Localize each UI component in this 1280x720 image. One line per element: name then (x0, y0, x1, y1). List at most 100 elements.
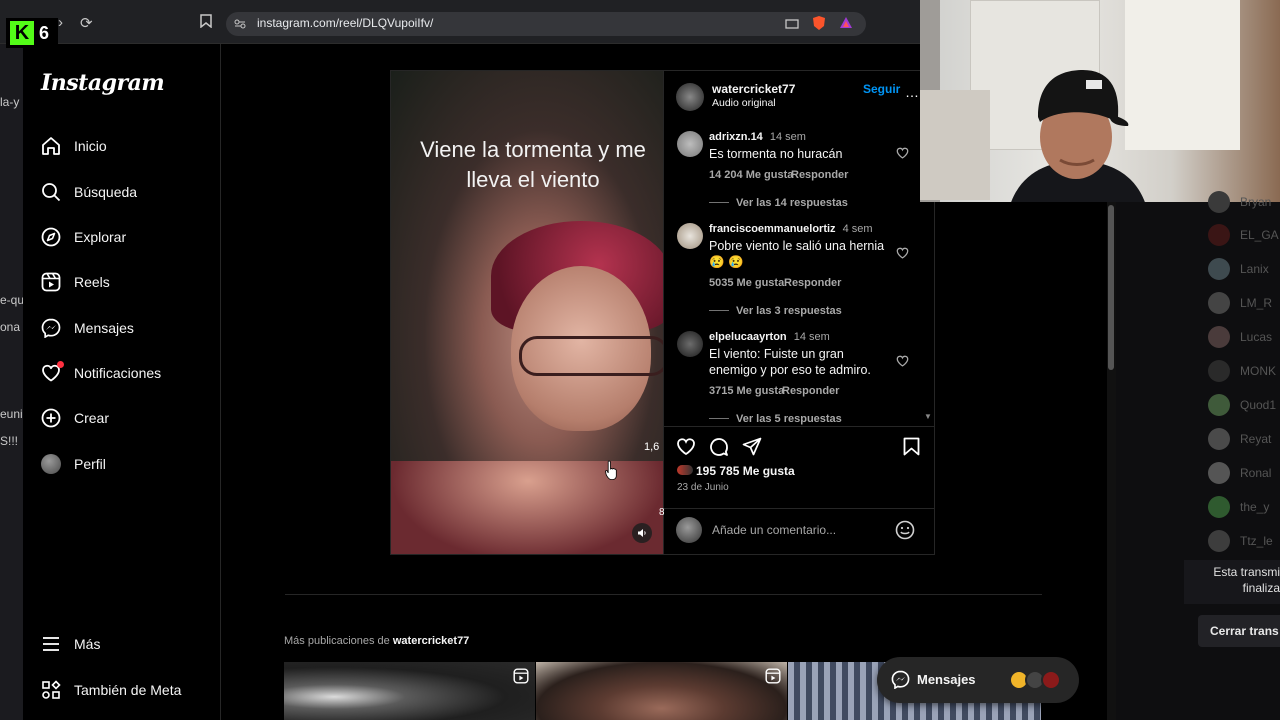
plus-icon (40, 407, 62, 429)
comment-likes[interactable]: 14 204 Me gusta (709, 169, 793, 181)
mute-button[interactable] (632, 523, 652, 543)
user-avatar (676, 517, 702, 543)
menu-icon (40, 633, 62, 655)
view-replies-link[interactable]: Ver las 5 respuestas (736, 413, 842, 425)
comment-reply-button[interactable]: Responder (782, 385, 839, 397)
brave-rewards-icon[interactable] (839, 16, 853, 34)
strip-text: la-y (0, 95, 20, 109)
sidebar-item-label: Perfil (74, 456, 106, 472)
share-icon[interactable] (742, 437, 762, 462)
comment-user[interactable]: adrixzn.14 (709, 131, 763, 143)
forward-icon[interactable]: › (58, 14, 63, 31)
sidebar-item-perfil[interactable]: Perfil (40, 449, 210, 479)
sidebar-item-reels[interactable]: Reels (40, 267, 210, 297)
comment-input[interactable]: Añade un comentario... (712, 523, 836, 537)
brave-shield-icon[interactable] (812, 15, 826, 36)
messages-avatar (1041, 670, 1061, 690)
meta-apps-icon (40, 679, 62, 701)
section-divider (285, 594, 1042, 595)
view-replies-link[interactable]: Ver las 3 respuestas (736, 305, 842, 317)
comment-reply-button[interactable]: Responder (784, 277, 841, 289)
sidebar-item-explorar[interactable]: Explorar (40, 222, 210, 252)
comment-like-icon[interactable] (896, 247, 909, 262)
author-avatar[interactable] (676, 83, 704, 111)
chat-username: MONK (1240, 364, 1276, 378)
view-replies-link[interactable]: Ver las 14 respuestas (736, 197, 848, 209)
webcam-overlay (920, 0, 1280, 202)
chat-user: the_y (1208, 496, 1269, 518)
sidebar-item-label: También de Meta (74, 682, 182, 698)
sidebar-item-label: Más (74, 636, 101, 652)
comment-avatar[interactable] (677, 223, 703, 249)
chat-username: LM_R (1240, 296, 1273, 310)
webcam-bed (920, 90, 990, 200)
comment-icon[interactable] (709, 437, 729, 462)
chat-username: Reyat (1240, 432, 1272, 446)
comment-like-icon[interactable] (896, 147, 909, 162)
bookmark-icon[interactable] (200, 14, 212, 32)
chat-user: Bryan (1208, 191, 1271, 213)
sidebar-item-inicio[interactable]: Inicio (40, 131, 210, 161)
chat-user: Reyat (1208, 428, 1271, 450)
messages-floating-button[interactable]: Mensajes (877, 657, 1079, 703)
post-thumbnail[interactable] (536, 662, 787, 720)
strip-text: euni (0, 407, 23, 421)
comment-likes[interactable]: 5035 Me gusta (709, 277, 784, 289)
audio-label[interactable]: Audio original (712, 97, 776, 109)
sidebar-item-mas[interactable]: Más (40, 629, 210, 659)
site-info-icon[interactable] (234, 17, 246, 35)
home-icon (40, 135, 62, 157)
compass-icon (40, 226, 62, 248)
comment-user[interactable]: elpelucaayrton (709, 331, 787, 343)
follow-button[interactable]: Seguir (863, 82, 900, 96)
sidebar-item-label: Notificaciones (74, 365, 162, 381)
sidebar-item-mensajes[interactable]: Mensajes (40, 313, 210, 343)
reels-icon (40, 271, 62, 293)
cast-icon[interactable] (785, 17, 799, 35)
reel-video[interactable]: Viene la tormenta y me lleva el viento (390, 70, 664, 555)
comment-likes[interactable]: 3715 Me gusta (709, 385, 784, 397)
sidebar-item-label: Búsqueda (74, 184, 138, 200)
panel-divider (664, 508, 935, 509)
close-stream-button[interactable]: Cerrar trans (1198, 615, 1280, 647)
comment-time: 14 sem (793, 331, 830, 343)
scroll-down-arrow-icon[interactable]: ▼ (923, 412, 933, 424)
chat-user: Ttz_le (1208, 530, 1273, 552)
comment-like-icon[interactable] (896, 355, 909, 370)
comment-time: 14 sem (769, 131, 806, 143)
search-icon (40, 181, 62, 203)
likes-count[interactable]: 195 785 Me gusta (696, 464, 795, 478)
comment-reply-button[interactable]: Responder (791, 169, 848, 181)
reload-icon[interactable]: ⟳ (80, 14, 93, 32)
address-url[interactable]: instagram.com/reel/DLQVupoiIfv/ (257, 16, 433, 30)
emoji-icon[interactable] (895, 520, 915, 545)
sidebar-item-busqueda[interactable]: Búsqueda (40, 177, 210, 207)
sidebar-item-notificaciones[interactable]: Notificaciones (40, 358, 210, 388)
save-icon[interactable] (903, 437, 920, 461)
comment-user[interactable]: franciscoemmanuelortiz (709, 223, 836, 235)
replies-line (709, 202, 729, 203)
instagram-logo[interactable]: Instagram (41, 70, 165, 96)
kick-overlay-badge: K 6 (6, 18, 58, 48)
sidebar-item-label: Mensajes (74, 320, 134, 336)
post-author[interactable]: watercricket77 (712, 82, 795, 96)
page-scrollbar-thumb[interactable] (1108, 205, 1114, 370)
sidebar-item-meta[interactable]: También de Meta (40, 675, 210, 705)
comment-avatar[interactable] (677, 331, 703, 357)
post-thumbnail[interactable] (284, 662, 535, 720)
strip-text: ona (0, 320, 21, 334)
sidebar-item-label: Explorar (74, 229, 127, 245)
chat-user: Quod1 (1208, 394, 1276, 416)
sidebar-item-label: Reels (74, 274, 110, 290)
messenger-icon (891, 670, 910, 694)
mouse-cursor (605, 460, 619, 485)
left-window-strip: la-y e-qu ona euni S!!! (0, 0, 23, 720)
more-options-icon[interactable]: … (905, 84, 920, 100)
more-posts-user[interactable]: watercricket77 (393, 635, 469, 647)
like-icon[interactable] (676, 437, 696, 461)
chat-user: Lanix (1208, 258, 1269, 280)
comment-avatar[interactable] (677, 131, 703, 157)
sidebar-item-label: Crear (74, 410, 110, 426)
replies-line (709, 310, 729, 311)
sidebar-item-crear[interactable]: Crear (40, 403, 210, 433)
